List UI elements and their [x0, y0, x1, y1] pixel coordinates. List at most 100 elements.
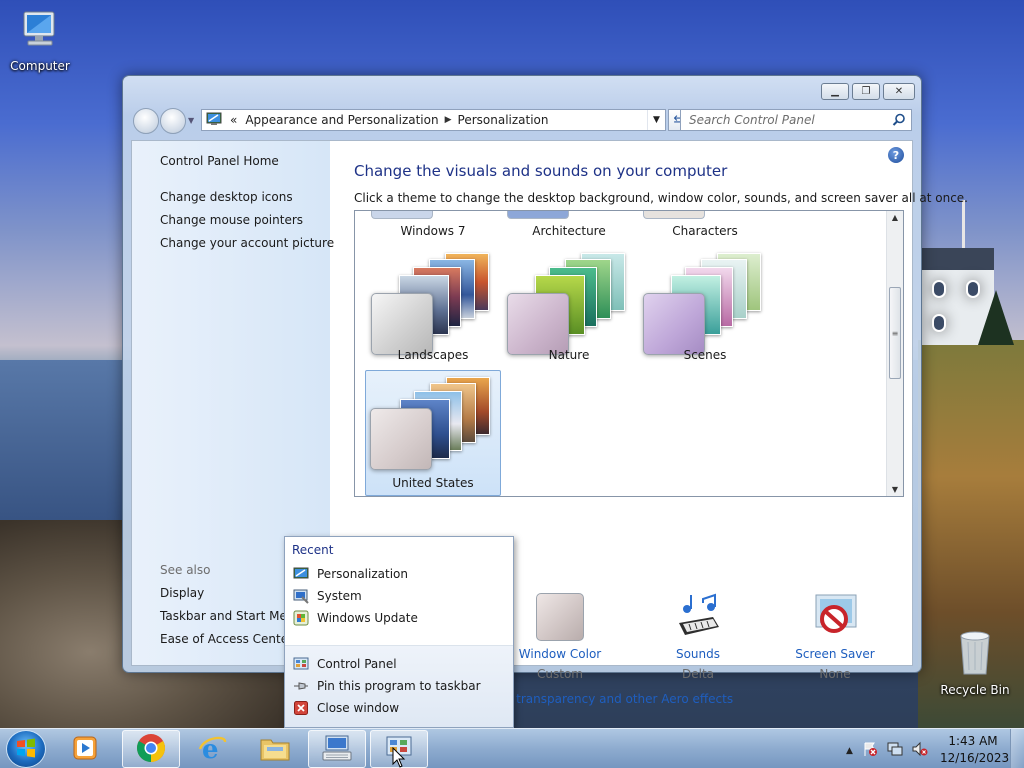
theme-scenes[interactable]: Scenes [637, 245, 773, 371]
back-button[interactable] [133, 108, 159, 134]
start-button[interactable] [6, 730, 46, 768]
jump-recent-system[interactable]: System [293, 586, 362, 606]
search-icon[interactable] [892, 113, 906, 130]
pin-icon [293, 678, 309, 694]
control-panel-home-link[interactable]: Control Panel Home [160, 154, 279, 168]
page-subtitle: Click a theme to change the desktop back… [354, 191, 968, 205]
search-placeholder: Search Control Panel [689, 113, 815, 127]
theme-label: Nature [548, 348, 590, 362]
taskbar-media-player[interactable] [56, 730, 114, 768]
control-panel-icon [293, 656, 309, 672]
theme-characters-swatch [643, 211, 705, 219]
screen-saver-label[interactable]: Screen Saver [780, 647, 890, 661]
recycle-bin-icon [934, 630, 1016, 679]
computer-icon [0, 8, 80, 55]
window-color-label[interactable]: Window Color [505, 647, 615, 661]
ease-of-access-link[interactable]: Ease of Access Center [160, 632, 293, 646]
desktop-recycle-bin[interactable]: Recycle Bin [934, 630, 1016, 697]
jump-item-label: Personalization [317, 567, 408, 581]
jump-item-label: Control Panel [317, 657, 397, 671]
breadcrumb-overflow[interactable]: « [230, 113, 237, 127]
network-icon[interactable] [887, 741, 903, 760]
forward-button[interactable] [160, 108, 186, 134]
recent-pages-chevron-icon[interactable]: ▼ [188, 116, 194, 125]
sounds-setting[interactable]: Sounds Delta [643, 593, 753, 681]
action-center-icon[interactable] [862, 741, 878, 760]
show-desktop-button[interactable] [1010, 729, 1024, 768]
personalization-icon [293, 566, 309, 582]
media-player-icon [71, 734, 99, 765]
maximize-button[interactable]: ❐ [852, 83, 880, 100]
close-icon: ✕ [894, 86, 904, 97]
jump-item-label: Pin this program to taskbar [317, 679, 481, 693]
system-tray: ▲ [846, 741, 928, 760]
content-area: Control Panel Home Change desktop icons … [131, 140, 968, 706]
chrome-icon [136, 733, 166, 766]
theme-label[interactable]: Windows 7 [368, 224, 498, 238]
personalization-icon [206, 111, 222, 130]
scroll-up-icon[interactable]: ▲ [887, 213, 903, 222]
address-dropdown-icon[interactable]: ▼ [647, 110, 665, 130]
aero-effects-link[interactable]: th transparency and other Aero effects [500, 692, 733, 706]
help-icon[interactable]: ? [888, 147, 904, 163]
jump-task-close-window[interactable]: Close window [293, 698, 399, 718]
taskbar-file-explorer[interactable] [246, 730, 304, 768]
desktop-computer-label: Computer [10, 59, 70, 73]
theme-united-states[interactable]: United States [365, 370, 501, 496]
windows-update-icon [293, 610, 309, 626]
internet-explorer-icon: e [198, 733, 228, 766]
taskbar-start-menu-link[interactable]: Taskbar and Start Menu [160, 609, 302, 623]
screen-saver-value: None [819, 667, 851, 681]
desktop-recycle-bin-label: Recycle Bin [940, 683, 1010, 697]
system-clock[interactable]: 1:43 AM 12/16/2023 [940, 733, 1010, 767]
control-panel-window: ▁ ❐ ✕ ▼ « Appearance and Personalization… [122, 75, 968, 706]
sounds-label[interactable]: Sounds [643, 647, 753, 661]
jump-task-control-panel[interactable]: Control Panel [293, 654, 397, 674]
change-mouse-pointers-link[interactable]: Change mouse pointers [160, 213, 303, 227]
theme-landscapes[interactable]: Landscapes [365, 245, 501, 371]
display-link[interactable]: Display [160, 586, 204, 600]
window-color-swatch-icon [536, 593, 584, 641]
desktop-computer-icon[interactable]: Computer [0, 8, 80, 73]
jump-item-label: Close window [317, 701, 400, 715]
search-input[interactable]: Search Control Panel [680, 109, 912, 131]
theme-label[interactable]: Architecture [504, 224, 634, 238]
theme-label: Landscapes [397, 348, 469, 362]
wallpaper-tree [978, 290, 1014, 345]
maximize-icon: ❐ [861, 86, 871, 97]
scroll-down-icon[interactable]: ▼ [887, 485, 903, 494]
system-icon [293, 588, 309, 604]
jump-task-pin-to-taskbar[interactable]: Pin this program to taskbar [293, 676, 481, 696]
breadcrumb-personalization[interactable]: Personalization [458, 113, 549, 127]
jump-item-label: Windows Update [317, 611, 418, 625]
taskbar-internet-explorer[interactable]: e [184, 730, 242, 768]
sounds-value: Delta [681, 667, 714, 681]
change-desktop-icons-link[interactable]: Change desktop icons [160, 190, 293, 204]
jump-list: Recent Personalization System Windows Up… [284, 536, 514, 728]
folder-icon [259, 734, 291, 765]
jump-recent-windows-update[interactable]: Windows Update [293, 608, 418, 628]
clock-date: 12/16/2023 [940, 751, 1010, 765]
close-button[interactable]: ✕ [883, 83, 915, 100]
mouse-cursor-icon [392, 746, 406, 768]
theme-label: Scenes [683, 348, 727, 362]
jump-list-recent-header: Recent [292, 543, 334, 557]
theme-nature[interactable]: Nature [501, 245, 637, 371]
taskbar-chrome[interactable] [122, 730, 180, 768]
breadcrumb-appearance[interactable]: Appearance and Personalization [245, 113, 438, 127]
jump-recent-personalization[interactable]: Personalization [293, 564, 408, 584]
show-hidden-icons-icon[interactable]: ▲ [846, 746, 853, 756]
scrollbar-thumb[interactable]: ≡ [889, 287, 901, 379]
breadcrumb-arrow-icon[interactable]: ▶ [445, 115, 452, 125]
theme-label[interactable]: Characters [640, 224, 770, 238]
theme-list-scrollbar[interactable]: ▲ ≡ ▼ [886, 211, 903, 496]
address-bar[interactable]: « Appearance and Personalization ▶ Perso… [201, 109, 666, 131]
screen-saver-icon [810, 593, 860, 641]
window-color-setting[interactable]: Window Color Custom [505, 593, 615, 681]
screen-saver-setting[interactable]: Screen Saver None [780, 593, 890, 681]
jump-item-label: System [317, 589, 362, 603]
volume-muted-icon[interactable] [912, 741, 928, 760]
taskbar-on-screen-keyboard[interactable] [308, 730, 366, 768]
minimize-button[interactable]: ▁ [821, 83, 849, 100]
change-account-picture-link[interactable]: Change your account picture [160, 236, 334, 250]
